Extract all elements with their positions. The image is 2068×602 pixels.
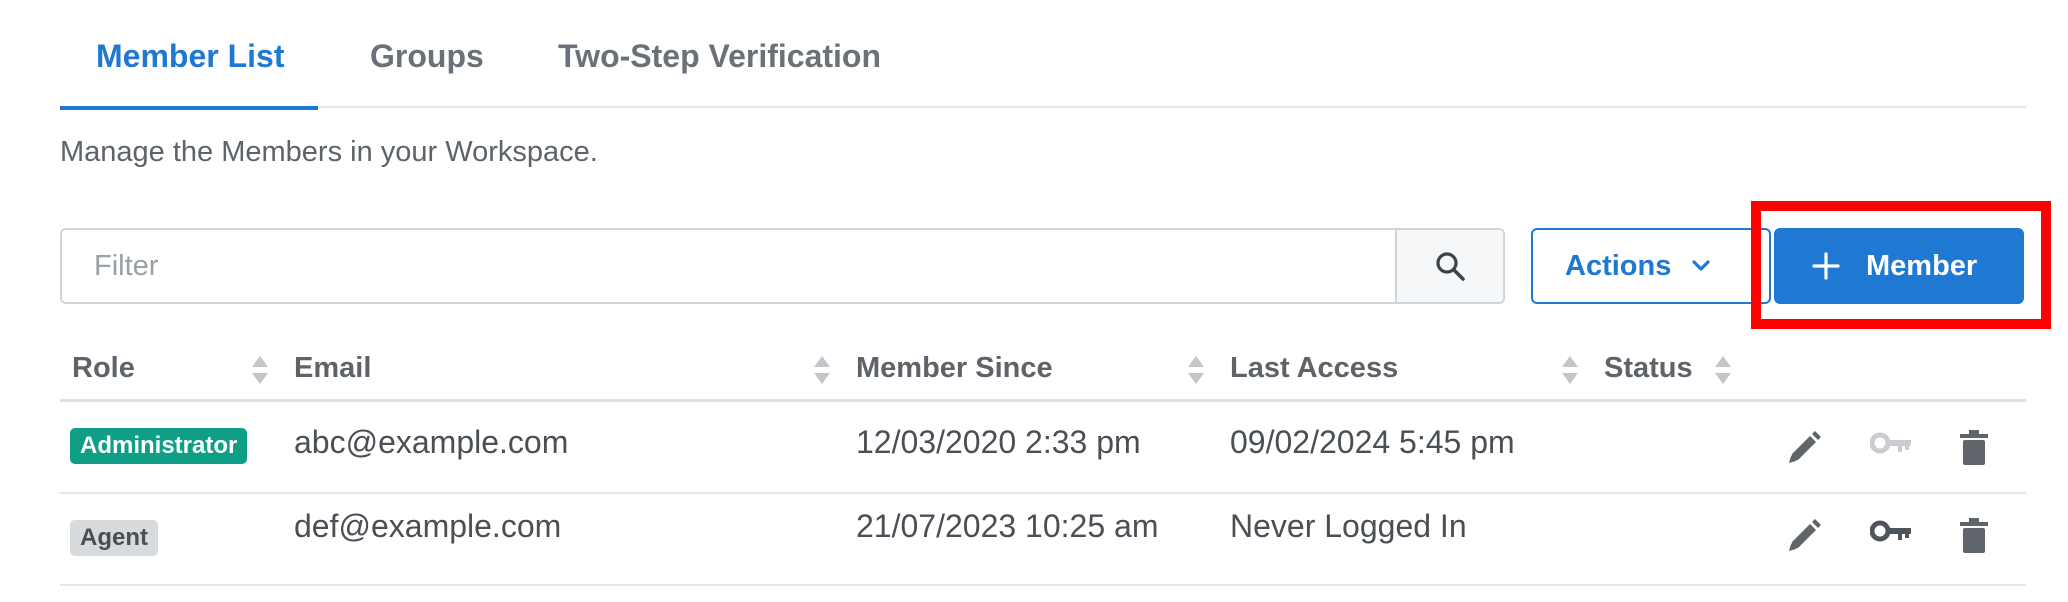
reset-password-button[interactable] (1870, 518, 1912, 548)
column-header-status[interactable]: Status (1604, 352, 1693, 385)
email-cell: def@example.com (294, 508, 562, 544)
trash-icon (1960, 430, 1988, 465)
sort-icon[interactable] (250, 354, 270, 386)
role-badge-administrator: Administrator (70, 428, 248, 464)
column-header-email[interactable]: Email (294, 352, 371, 385)
edit-button[interactable] (1786, 518, 1822, 554)
member-since-cell: 12/03/2020 2:33 pm (856, 424, 1141, 460)
page-description: Manage the Members in your Workspace. (60, 136, 598, 168)
last-access-cell: 09/02/2024 5:45 pm (1230, 424, 1515, 460)
sort-icon[interactable] (1713, 354, 1733, 386)
delete-button[interactable] (1960, 430, 1988, 466)
last-access-cell: Never Logged In (1230, 508, 1467, 544)
tab-groups[interactable]: Groups (370, 38, 484, 106)
actions-dropdown-button[interactable]: Actions (1531, 228, 1771, 304)
member-management-page: Member List Groups Two-Step Verification… (0, 0, 2068, 602)
key-icon (1870, 520, 1911, 542)
sort-icon[interactable] (1186, 354, 1206, 386)
column-header-last-access[interactable]: Last Access (1230, 352, 1398, 385)
reset-password-button[interactable] (1870, 430, 1912, 460)
tab-two-step-verification[interactable]: Two-Step Verification (558, 38, 881, 106)
column-header-role[interactable]: Role (72, 352, 135, 385)
pencil-icon (1789, 519, 1821, 551)
role-badge-agent: Agent (70, 520, 158, 556)
key-icon (1870, 432, 1911, 454)
delete-button[interactable] (1960, 518, 1988, 554)
filter-group (60, 228, 1505, 304)
actions-label: Actions (1565, 249, 1672, 282)
table-row: Agent def@example.com 21/07/2023 10:25 a… (60, 494, 2026, 586)
column-header-member-since[interactable]: Member Since (856, 352, 1053, 385)
tab-bar: Member List Groups Two-Step Verification (59, 30, 2026, 110)
edit-button[interactable] (1786, 430, 1822, 466)
pencil-icon (1789, 431, 1821, 463)
sort-icon[interactable] (812, 354, 832, 386)
trash-icon (1960, 518, 1988, 553)
email-cell: abc@example.com (294, 424, 569, 460)
search-icon (1436, 252, 1465, 281)
member-since-cell: 21/07/2023 10:25 am (856, 508, 1159, 544)
add-member-button[interactable]: Member (1774, 228, 2024, 304)
table-row: Administrator abc@example.com 12/03/2020… (60, 402, 2026, 494)
members-table: Role Email Member Since Last Access Stat… (60, 338, 2026, 586)
filter-input[interactable] (62, 230, 1395, 302)
chevron-down-icon (1692, 260, 1710, 271)
sort-icon[interactable] (1560, 354, 1580, 386)
add-member-label: Member (1866, 249, 1978, 282)
search-button[interactable] (1395, 230, 1503, 302)
tab-member-list[interactable]: Member List (59, 38, 320, 110)
table-header-row: Role Email Member Since Last Access Stat… (60, 338, 2026, 402)
plus-icon (1812, 252, 1840, 280)
